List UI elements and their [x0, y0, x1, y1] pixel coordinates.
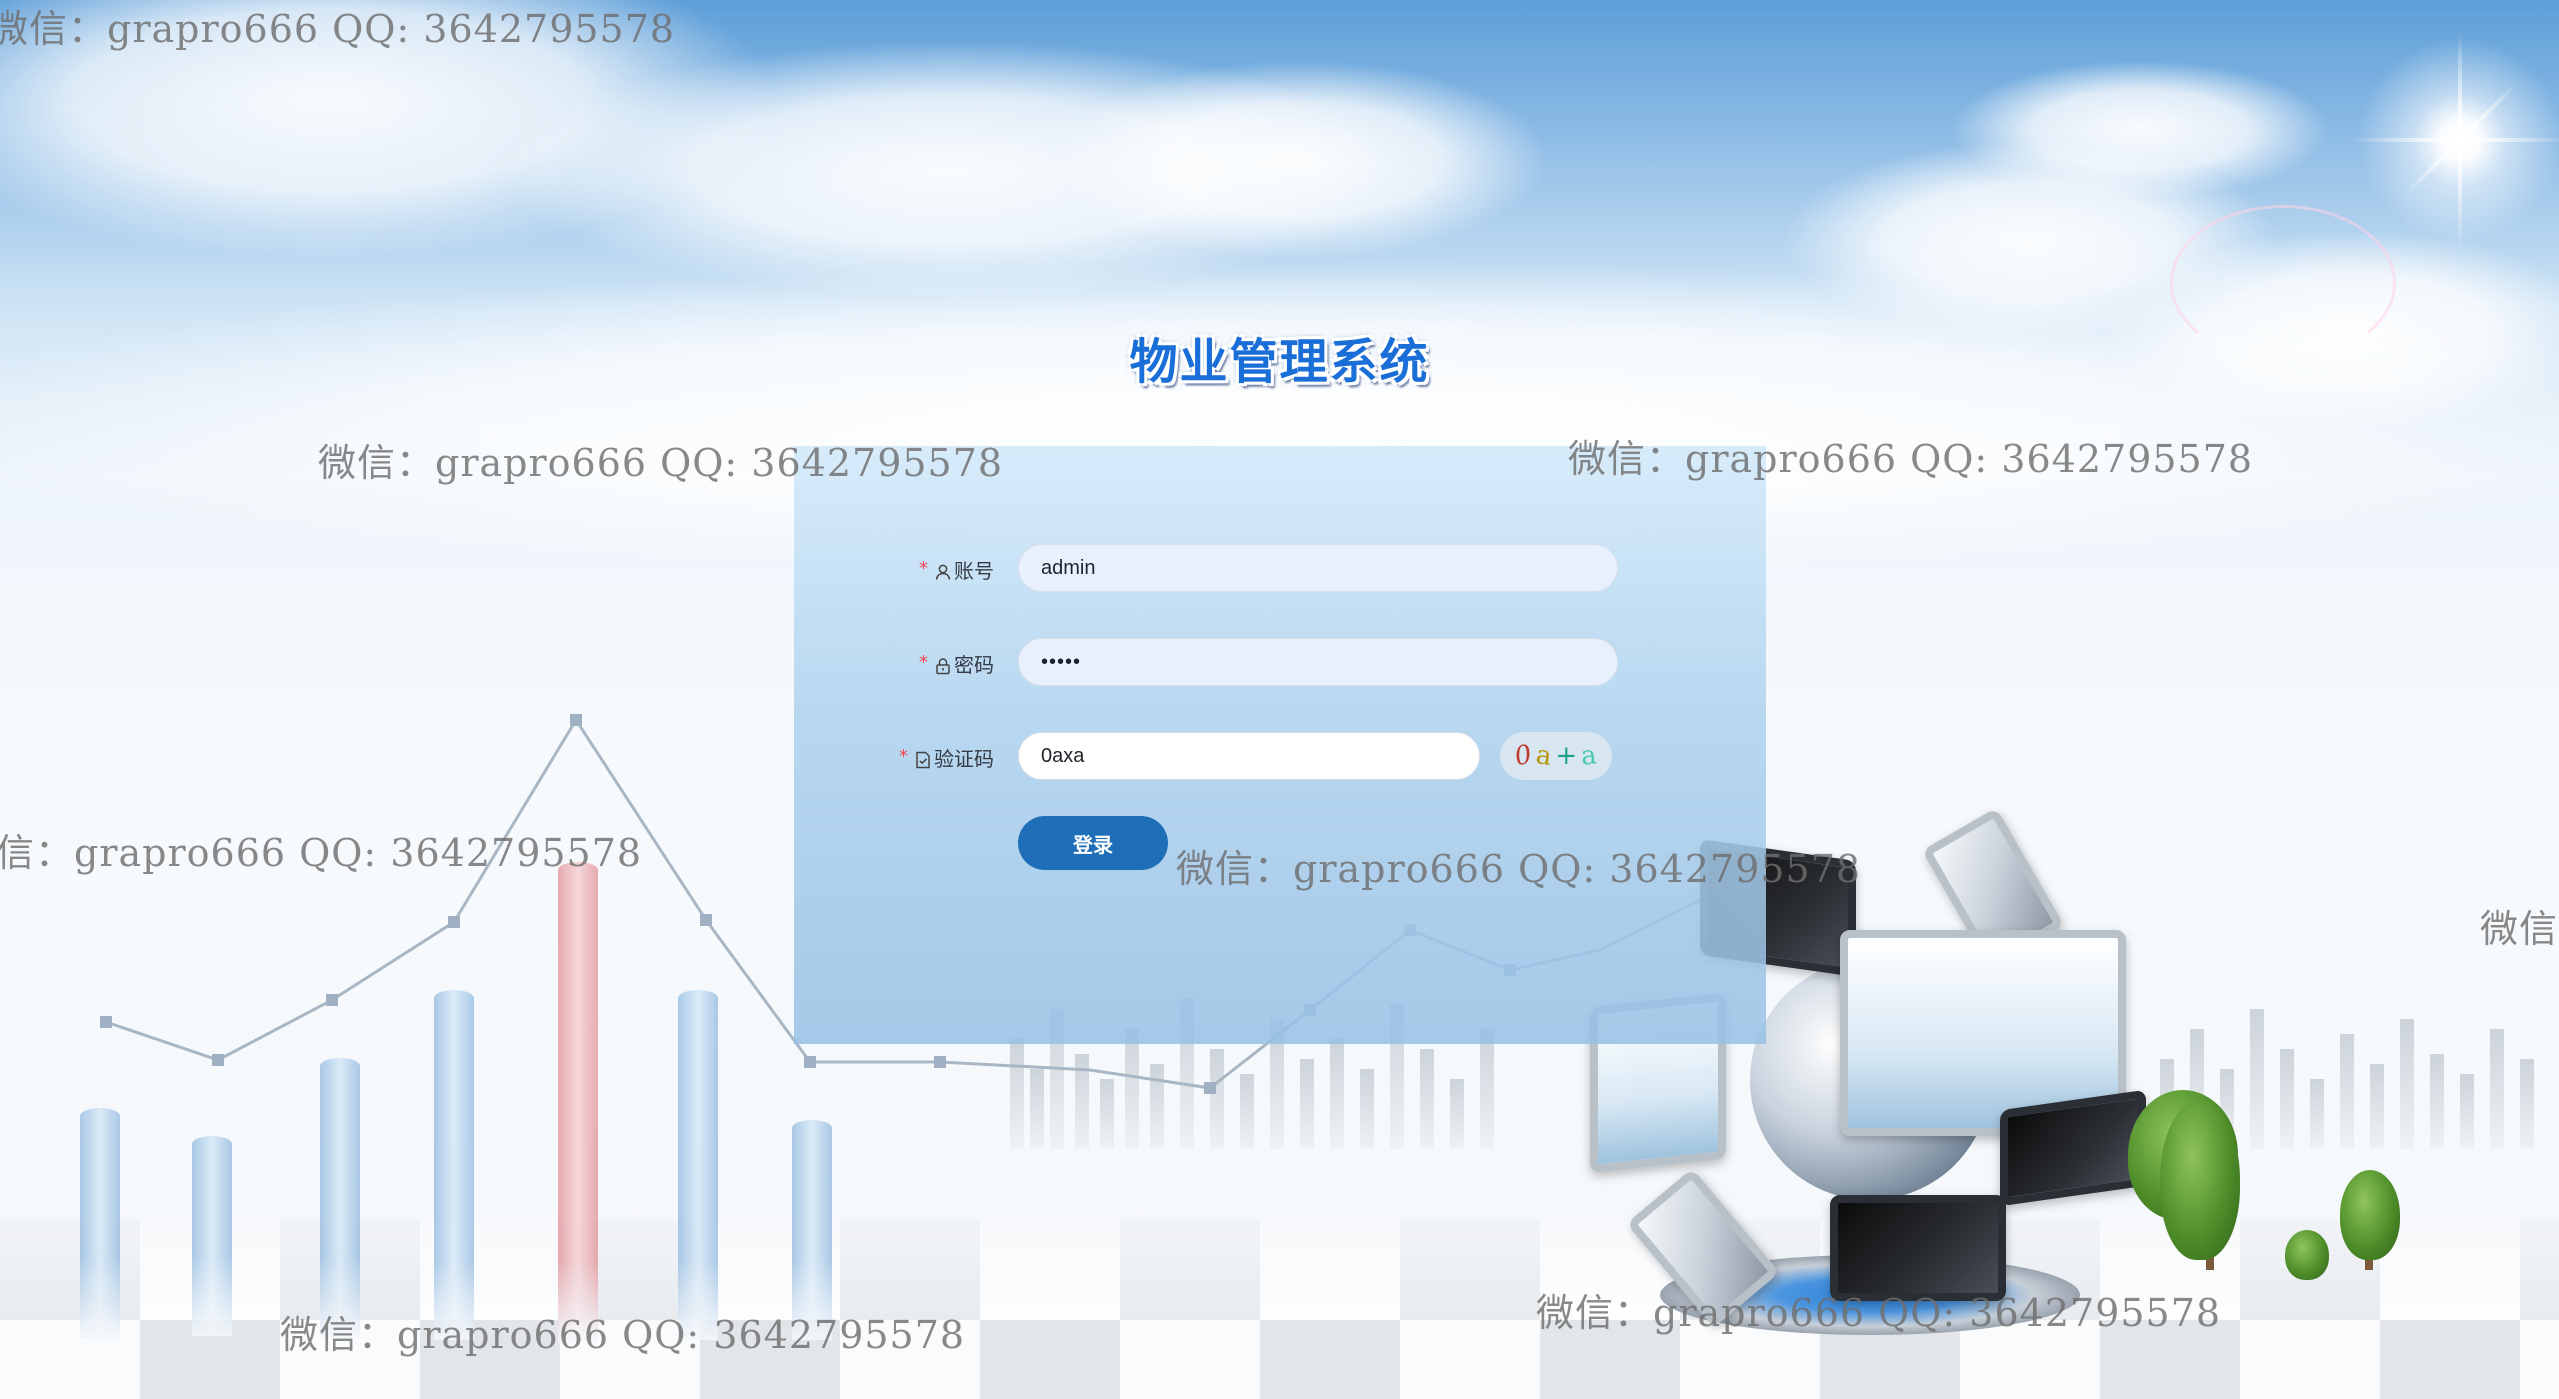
cloud: [1050, 60, 1550, 260]
user-icon: [934, 549, 952, 580]
captcha-char: a: [1533, 740, 1554, 772]
lock-icon: [934, 643, 952, 675]
cloud: [1950, 60, 2330, 200]
monitor-icon: [1830, 1195, 2006, 1301]
captcha-input[interactable]: [1018, 732, 1480, 780]
account-row: * 账号: [794, 544, 1766, 594]
password-row: * 密码 •••••: [794, 638, 1766, 688]
captcha-char: 0: [1512, 739, 1535, 773]
account-label-text: 账号: [954, 559, 994, 583]
account-input[interactable]: [1018, 544, 1618, 592]
captcha-label-text: 验证码: [934, 747, 994, 771]
account-label: * 账号: [919, 544, 994, 594]
verify-code-icon: [914, 737, 932, 769]
captcha-label: * 验证码: [899, 732, 994, 782]
login-button[interactable]: 登录: [1018, 816, 1168, 870]
required-mark: *: [919, 558, 928, 579]
login-form: * 账号 * 密码 ••••• * 验证码 0 a + a: [794, 446, 1766, 1044]
captcha-image[interactable]: 0 a + a: [1500, 732, 1612, 780]
password-input[interactable]: •••••: [1018, 638, 1618, 686]
watermark: 微信: [2480, 907, 2559, 951]
captcha-char: +: [1555, 741, 1578, 771]
captcha-char: a: [1579, 740, 1599, 772]
captcha-row: * 验证码 0 a + a: [794, 732, 1766, 782]
password-label: * 密码: [919, 638, 994, 688]
required-mark: *: [919, 652, 928, 673]
floor: [0, 1320, 2559, 1399]
monitor-icon: [2000, 1089, 2146, 1207]
required-mark: *: [899, 746, 908, 767]
password-label-text: 密码: [954, 653, 994, 677]
page-title: 物业管理系统: [1129, 334, 1430, 390]
login-page: 物业管理系统 * 账号 * 密码 ••••• * 验证码 0: [0, 0, 2559, 1399]
password-masked-value: •••••: [1041, 651, 1082, 673]
